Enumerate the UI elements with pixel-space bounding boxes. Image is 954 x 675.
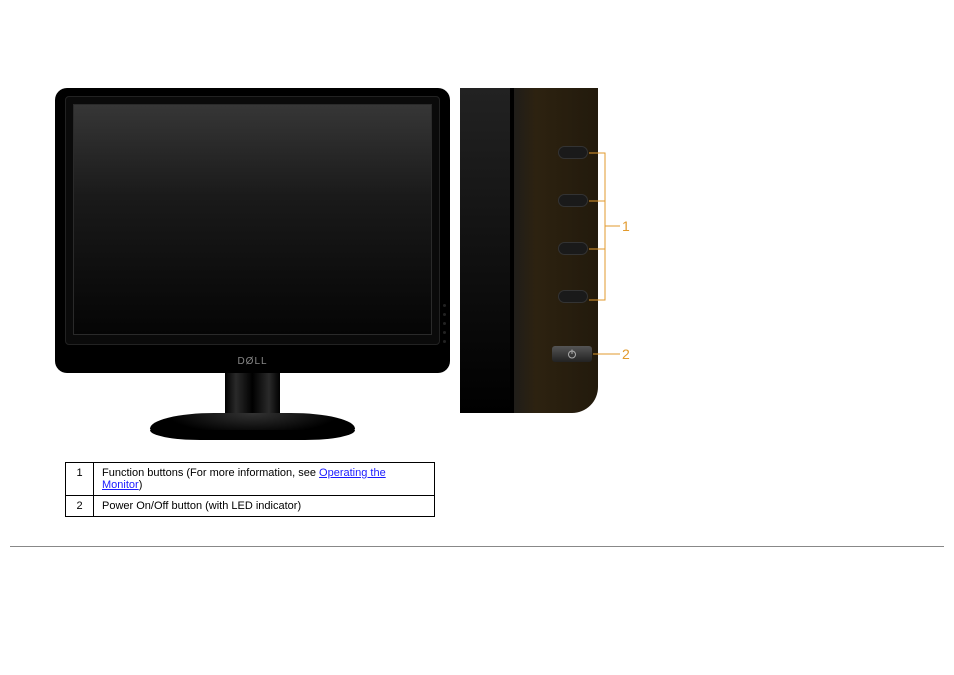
operating-monitor-link[interactable]: Operating the [319, 467, 386, 479]
monitor-screen [73, 104, 432, 335]
callout-label-2: 2 [622, 346, 630, 362]
operating-monitor-link[interactable]: Monitor [102, 479, 139, 491]
monitor-corner-closeup [460, 88, 598, 413]
brand-logo: DØLL [237, 356, 267, 367]
table-cell-num: 2 [66, 496, 94, 517]
table-cell-desc: Function buttons (For more information, … [94, 463, 435, 496]
table-row: 1 Function buttons (For more information… [66, 463, 435, 496]
table-row: 2 Power On/Off button (with LED indicato… [66, 496, 435, 517]
monitor-front-buttons [443, 298, 446, 349]
power-button [552, 346, 592, 362]
monitor-base-rim [150, 430, 355, 440]
reference-table: 1 Function buttons (For more information… [65, 462, 435, 517]
function-button [558, 146, 588, 159]
table-cell-desc: Power On/Off button (with LED indicator) [94, 496, 435, 517]
function-button [558, 290, 588, 303]
power-icon [566, 348, 578, 360]
callout-label-1: 1 [622, 218, 630, 234]
divider [10, 546, 944, 547]
function-button [558, 194, 588, 207]
table-cell-num: 1 [66, 463, 94, 496]
monitor-neck [225, 373, 280, 418]
function-button [558, 242, 588, 255]
monitor-front-view: DØLL [55, 88, 450, 373]
